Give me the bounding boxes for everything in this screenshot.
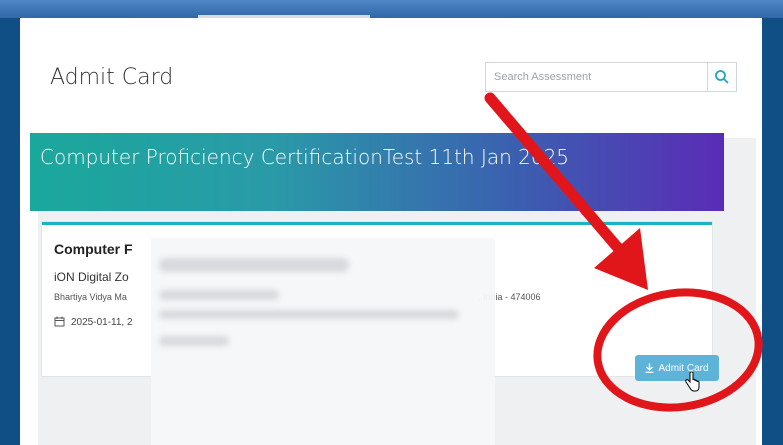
annotation-arrow-shaft [484,92,636,268]
annotation-overlay [484,92,763,412]
annotation-circle [593,288,763,412]
